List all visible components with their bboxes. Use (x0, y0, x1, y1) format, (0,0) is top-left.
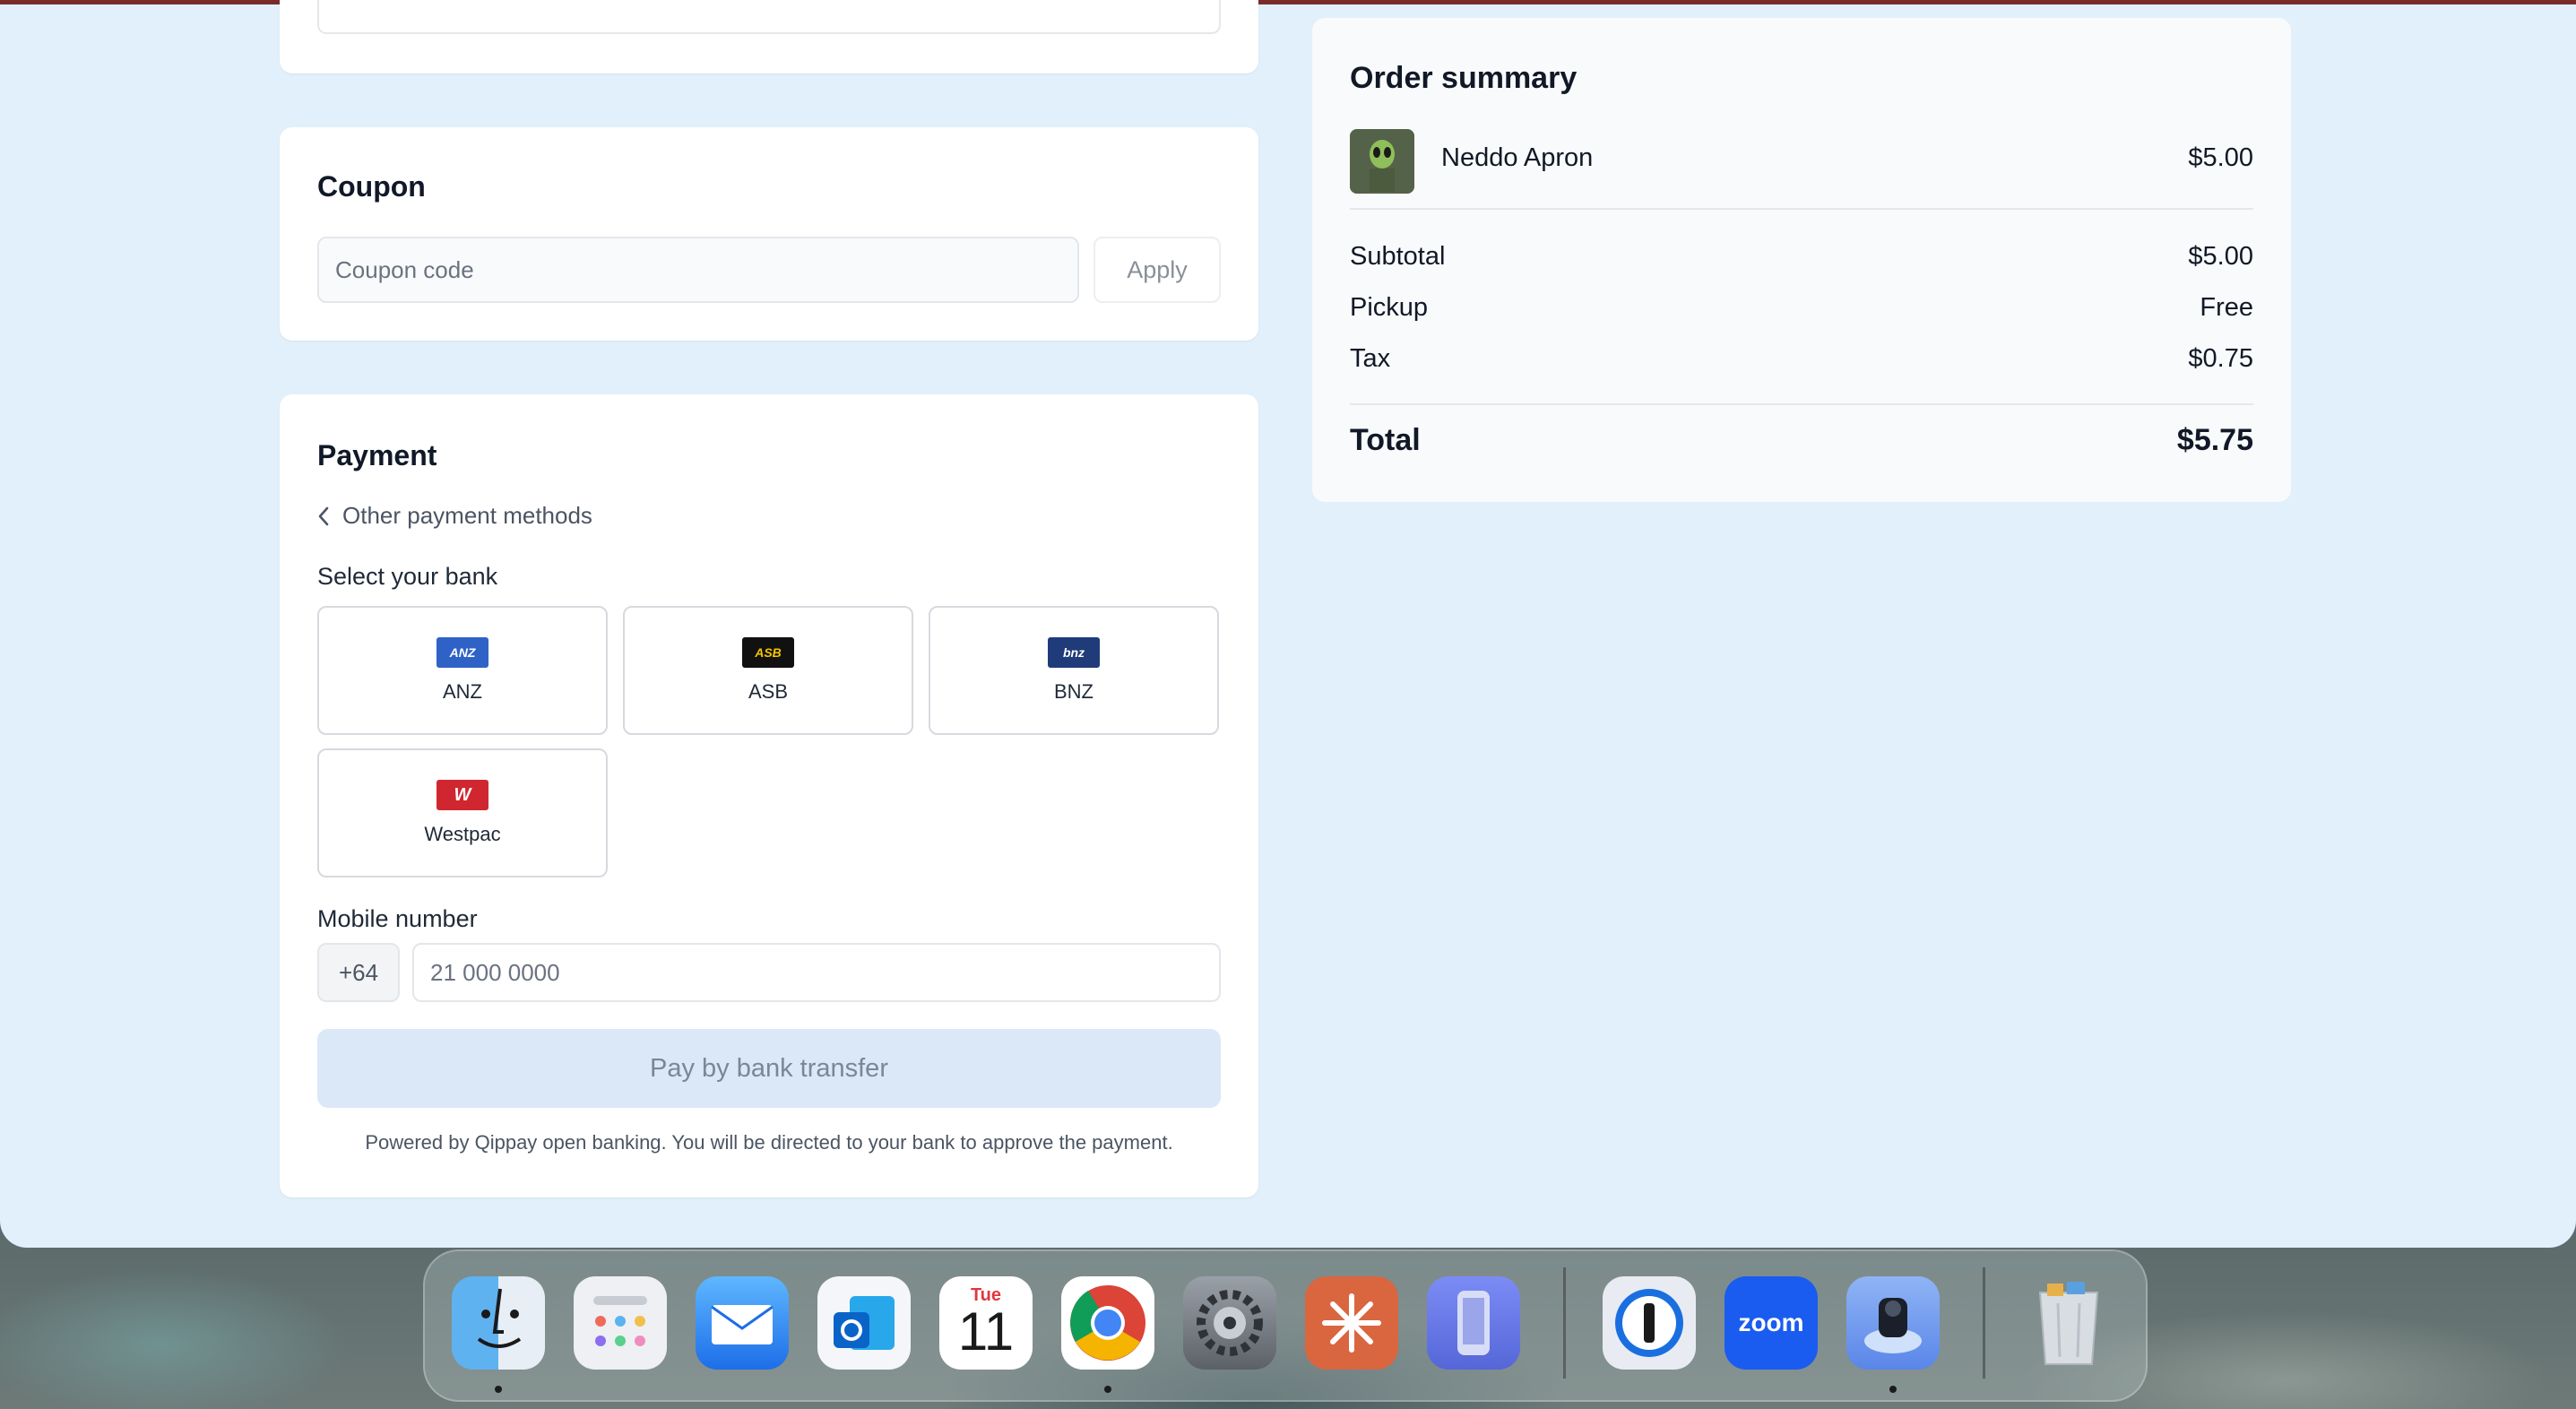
mobile-number-label: Mobile number (317, 905, 478, 932)
finder-icon[interactable] (452, 1276, 545, 1370)
coupon-input[interactable] (317, 237, 1079, 303)
chrome-running-indicator (1104, 1386, 1111, 1393)
westpac-logo-text: W (454, 784, 471, 805)
chevron-left-icon (318, 506, 329, 525)
subtotal-label: Subtotal (1350, 242, 1446, 271)
bank-option-westpac[interactable]: W Westpac (317, 748, 608, 877)
dock-separator (1983, 1267, 1985, 1379)
trash-icon[interactable] (2022, 1276, 2115, 1370)
pickup-label: Pickup (1350, 293, 1429, 322)
chrome-icon[interactable] (1061, 1276, 1154, 1370)
westpac-logo-icon: W (437, 780, 488, 810)
payment-footnote: Powered by Qippay open banking. You will… (365, 1131, 1173, 1154)
browser-viewport: Coupon Apply Payment Other payment metho… (0, 0, 2576, 1248)
zoom-icon-label: zoom (1738, 1309, 1804, 1336)
address-card (280, 0, 1258, 73)
bnz-logo-text: bnz (1062, 645, 1085, 660)
summary-divider (1350, 403, 2253, 405)
apply-button[interactable]: Apply (1094, 237, 1221, 303)
calendar-icon[interactable]: Tue 11 (939, 1276, 1033, 1370)
summary-divider (1350, 208, 2253, 210)
coupon-title: Coupon (317, 170, 426, 203)
bank-name: Westpac (424, 823, 501, 845)
dock-separator (1563, 1267, 1566, 1379)
asb-logo-text: ASB (755, 645, 782, 660)
pickup-value: Free (2200, 293, 2253, 322)
tax-value: $0.75 (2188, 344, 2253, 373)
bank-name: ANZ (443, 680, 482, 703)
subtotal-value: $5.00 (2188, 242, 2253, 271)
total-row: Total $5.75 (1350, 423, 2253, 458)
address-field[interactable] (317, 0, 1221, 34)
item-price: $5.00 (2188, 143, 2253, 172)
order-summary-card: Order summary Neddo Apron $5.00 Subtotal… (1312, 18, 2291, 502)
country-code-prefix: +64 (317, 943, 400, 1002)
anz-logo-icon: ANZ (437, 637, 488, 668)
bank-option-bnz[interactable]: bnz BNZ (929, 606, 1219, 735)
system-settings-icon[interactable] (1183, 1276, 1276, 1370)
tax-label: Tax (1350, 344, 1391, 373)
claude-icon[interactable] (1305, 1276, 1398, 1370)
anz-logo-text: ANZ (449, 645, 476, 660)
bank-option-anz[interactable]: ANZ ANZ (317, 606, 608, 735)
simulator-icon[interactable] (1427, 1276, 1520, 1370)
other-payment-methods-label: Other payment methods (342, 502, 592, 529)
coupon-card: Coupon Apply (280, 127, 1258, 341)
zoom-icon[interactable]: zoom (1725, 1276, 1818, 1370)
order-item-row: Neddo Apron $5.00 (1350, 143, 2253, 173)
item-name: Neddo Apron (1441, 143, 1594, 172)
outlook-icon[interactable] (817, 1276, 911, 1370)
asb-logo-icon: ASB (742, 637, 794, 668)
total-value: $5.75 (2176, 423, 2253, 457)
preview-running-indicator (1889, 1386, 1897, 1393)
pickup-row: Pickup Free (1350, 293, 2253, 323)
mobile-number-input[interactable] (412, 943, 1221, 1002)
total-label: Total (1350, 423, 1421, 457)
launchpad-icon[interactable] (574, 1276, 667, 1370)
payment-card: Payment Other payment methods Select you… (280, 394, 1258, 1197)
payment-title: Payment (317, 439, 437, 471)
tax-row: Tax $0.75 (1350, 344, 2253, 374)
finder-running-indicator (495, 1386, 502, 1393)
subtotal-row: Subtotal $5.00 (1350, 242, 2253, 272)
pay-by-bank-transfer-button[interactable]: Pay by bank transfer (317, 1029, 1221, 1108)
1password-icon[interactable] (1603, 1276, 1696, 1370)
bnz-logo-icon: bnz (1048, 637, 1100, 668)
select-bank-label: Select your bank (317, 563, 498, 590)
bank-option-asb[interactable]: ASB ASB (623, 606, 913, 735)
bank-name: ASB (748, 680, 789, 703)
mail-icon[interactable] (696, 1276, 789, 1370)
preview-icon[interactable] (1846, 1276, 1940, 1370)
other-payment-methods-link[interactable]: Other payment methods (317, 502, 592, 530)
bank-name: BNZ (1054, 680, 1094, 703)
order-summary-title: Order summary (1350, 61, 1578, 95)
calendar-date: 11 (957, 1301, 1015, 1361)
